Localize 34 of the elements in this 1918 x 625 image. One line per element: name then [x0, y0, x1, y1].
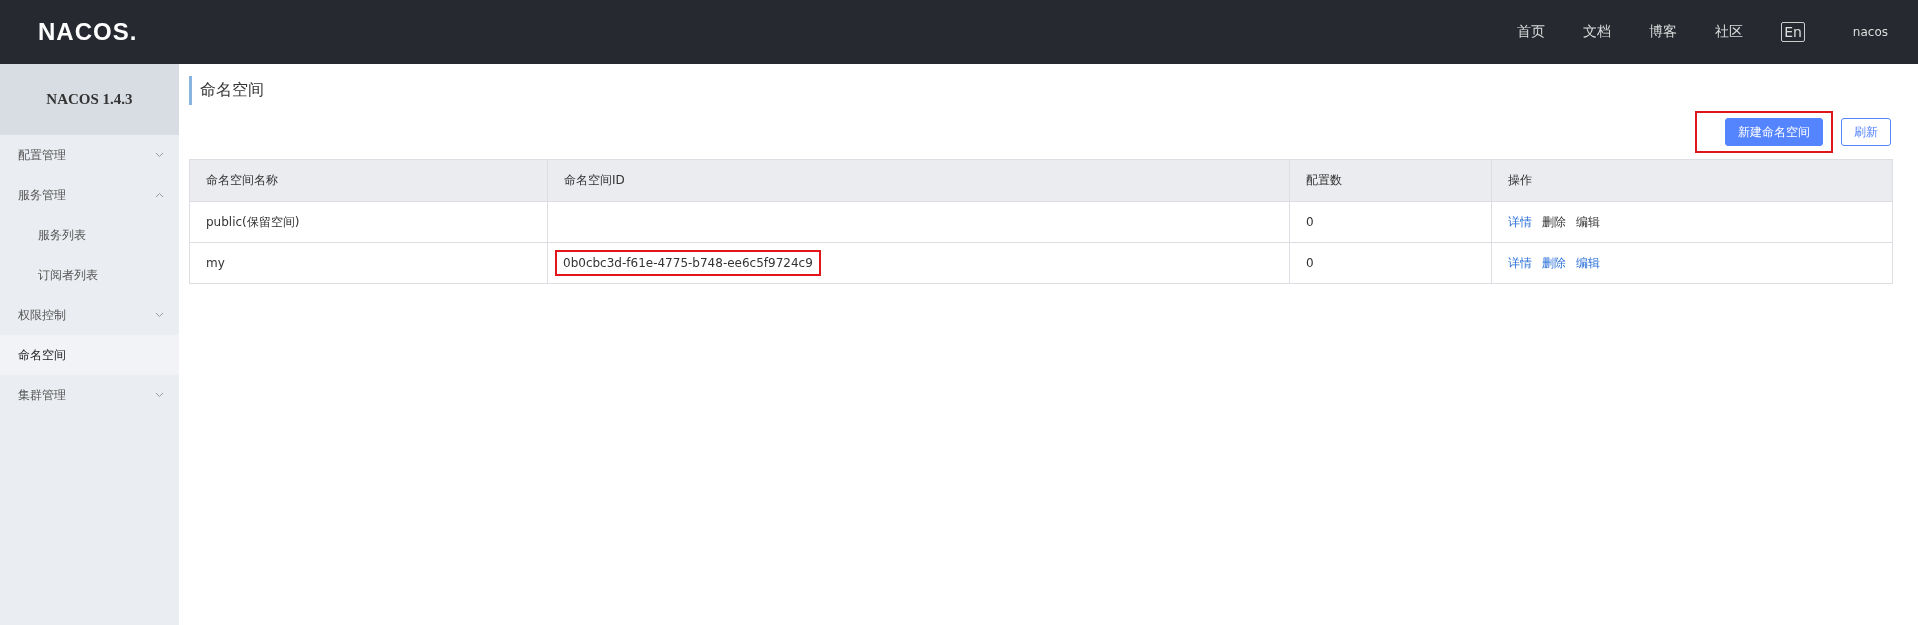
chevron-down-icon [155, 312, 164, 318]
nav-link[interactable]: 社区 [1715, 23, 1744, 41]
sidebar-item[interactable]: 集群管理 [0, 375, 179, 415]
table-cell: 0 [1290, 201, 1492, 242]
action-link[interactable]: 编辑 [1576, 254, 1600, 272]
nav-link[interactable]: 首页 [1517, 23, 1546, 41]
chevron-down-icon [155, 392, 164, 398]
sidebar-item[interactable]: 权限控制 [0, 295, 179, 335]
column-header: 命名空间ID [548, 160, 1290, 201]
action-link[interactable]: 删除 [1542, 254, 1566, 272]
version-label: NACOS 1.4.3 [0, 64, 179, 135]
sidebar-item[interactable]: 服务管理 [0, 175, 179, 215]
sidebar-subitem[interactable]: 订阅者列表 [0, 255, 179, 295]
nav-link[interactable]: 文档 [1583, 23, 1612, 41]
table-cell: 0 [1290, 242, 1492, 283]
column-header: 命名空间名称 [190, 160, 548, 201]
column-header: 操作 [1492, 160, 1892, 201]
sidebar-subitem[interactable]: 服务列表 [0, 215, 179, 255]
table-cell: public(保留空间) [190, 201, 548, 242]
chevron-down-icon [155, 152, 164, 158]
column-header: 配置数 [1290, 160, 1492, 201]
sidebar-item[interactable]: 配置管理 [0, 135, 179, 175]
nav-link[interactable]: 博客 [1649, 23, 1678, 41]
action-link[interactable]: 详情 [1508, 213, 1532, 231]
sidebar-item[interactable]: 命名空间 [0, 335, 179, 375]
page-title: 命名空间 [189, 76, 272, 105]
refresh-button[interactable]: 刷新 [1841, 118, 1891, 146]
namespace-id: 0b0cbc3d-f61e-4775-b748-ee6c5f9724c9 [555, 250, 821, 276]
logo[interactable]: NACOS. [38, 18, 138, 46]
language-button[interactable]: En [1781, 22, 1805, 42]
user-name[interactable]: nacos [1852, 25, 1888, 39]
action-link[interactable]: 详情 [1508, 254, 1532, 272]
chevron-up-icon [155, 192, 164, 198]
table-cell: my [190, 242, 548, 283]
